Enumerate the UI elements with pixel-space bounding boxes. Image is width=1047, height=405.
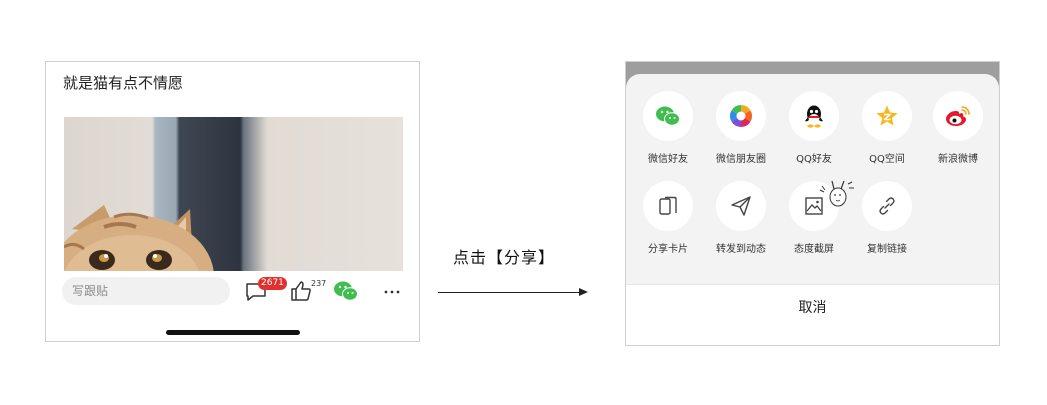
share-weibo[interactable]: 新浪微博 [923,74,993,165]
share-card[interactable]: 分享卡片 [633,164,703,255]
share-wechat-moments[interactable]: 微信朋友圈 [706,74,776,165]
wechat-icon[interactable] [333,279,359,303]
reply-input[interactable] [62,277,230,305]
share-qzone[interactable]: QQ空间 [852,74,922,165]
share-copy-link[interactable]: 复制链接 [852,164,922,255]
comment-count-badge: 2671 [258,277,287,290]
rabbit-sticker-icon [819,180,854,207]
wechat-icon [643,91,693,141]
step-caption: 点击【分享】 [453,248,556,267]
link-icon [862,181,912,231]
qq-icon [789,91,839,141]
post-title: 就是猫有点不情愿 [63,74,184,92]
arrow-head-icon [579,288,588,296]
share-qq-friend[interactable]: QQ好友 [779,74,849,165]
share-label: 新浪微博 [938,154,978,165]
like-count: 237 [311,279,327,288]
card-icon [643,181,693,231]
post-action-bar: 2671 237 [46,276,419,308]
more-icon[interactable] [380,279,406,303]
share-label: 复制链接 [867,244,907,255]
moments-icon [716,91,766,141]
weibo-icon [933,91,983,141]
share-sheet: 微信好友 微信朋友圈 QQ好友 QQ空间 新浪微博 分享卡片 转发到动态 态度截… [626,74,999,345]
cat-illustration [64,205,214,271]
arrow-line [438,292,579,293]
share-forward[interactable]: 转发到动态 [706,164,776,255]
cat-photo[interactable] [64,117,403,271]
qzone-icon [862,91,912,141]
send-icon [716,181,766,231]
right-phone-screen: 微信好友 微信朋友圈 QQ好友 QQ空间 新浪微博 分享卡片 转发到动态 态度截… [625,61,1000,346]
left-phone-screen: 就是猫有点不情愿 2 [45,61,420,342]
share-wechat-friend[interactable]: 微信好友 [633,74,703,165]
home-indicator [166,330,300,335]
cancel-area: 取消 [626,285,999,345]
cancel-button[interactable]: 取消 [626,295,999,319]
